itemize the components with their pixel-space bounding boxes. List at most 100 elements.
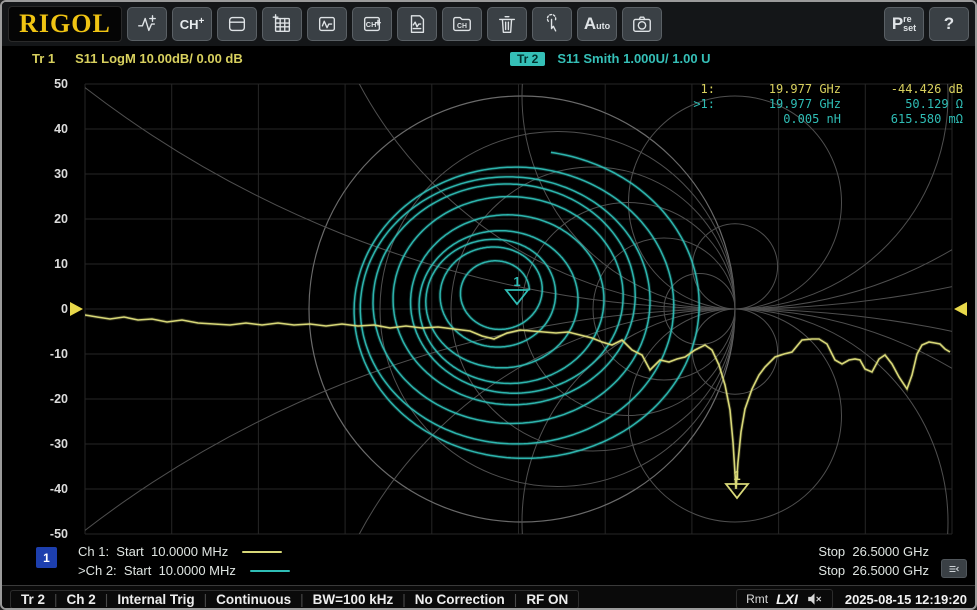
window-layout-icon — [226, 13, 248, 35]
status-separator: | — [105, 592, 109, 607]
svg-text:1: 1 — [513, 274, 520, 289]
vna-screen: 50403020100-10-20-30-40-5011 RIGOL CH+CH… — [0, 0, 977, 610]
trace1-detail: S11 LogM 10.00dB/ 0.00 dB — [75, 51, 243, 66]
marker-readout-row: >1:19.977 GHz50.129 Ω — [673, 97, 963, 112]
channel-row[interactable]: Ch 1: Start 10.0000 MHz — [78, 542, 290, 561]
status-item-ch-2[interactable]: Ch 2 — [67, 592, 96, 607]
add-trace-window-button[interactable] — [307, 7, 347, 41]
graticule-grid — [85, 84, 952, 534]
trace-file-icon — [406, 13, 428, 35]
svg-text:10: 10 — [54, 257, 68, 271]
channel-rows: Ch 1: Start 10.0000 MHz>Ch 2: Start 10.0… — [78, 542, 290, 580]
toolbar: RIGOL CH+ CH CH Auto P re set ? — [2, 2, 975, 46]
table-add-icon — [271, 13, 293, 35]
window-number-badge: 1 — [36, 547, 57, 568]
trace-info-bar: Tr 1 S11 LogM 10.00dB/ 0.00 dB Tr 2 S11 … — [2, 49, 975, 71]
svg-text:-10: -10 — [50, 347, 68, 361]
toolbar-buttons: CH+ CH CH Auto — [127, 7, 662, 41]
preset-label-bottom: set — [903, 24, 916, 33]
trace2-active-badge: Tr 2 — [510, 52, 545, 66]
preset-icon: P — [892, 14, 903, 34]
channel-stop-value: Stop 26.5000 GHz — [818, 542, 929, 561]
marker-frequency: 19.977 GHz — [715, 97, 841, 112]
channel-info-bar: 1 Ch 1: Start 10.0000 MHz>Ch 2: Start 10… — [2, 542, 975, 582]
trace1-info[interactable]: Tr 1 S11 LogM 10.00dB/ 0.00 dB — [32, 51, 243, 66]
help-button[interactable]: ? — [929, 7, 969, 41]
rigol-logo: RIGOL — [8, 6, 122, 42]
status-separator: | — [300, 592, 304, 607]
svg-text:30: 30 — [54, 167, 68, 181]
status-item-continuous[interactable]: Continuous — [216, 592, 291, 607]
trace2-info[interactable]: Tr 2 S11 Smith 1.000U/ 1.00 U — [510, 51, 711, 66]
status-separator: | — [402, 592, 406, 607]
status-item-rf-on[interactable]: RF ON — [526, 592, 568, 607]
status-item-internal-trig[interactable]: Internal Trig — [117, 592, 194, 607]
trace-color-swatch — [242, 551, 282, 553]
add-channel-button[interactable]: CH+ — [172, 7, 212, 41]
channel-folder-icon: CH — [451, 13, 473, 35]
camera-icon — [631, 13, 653, 35]
recall-channel-button[interactable]: CH — [442, 7, 482, 41]
svg-text:40: 40 — [54, 122, 68, 136]
status-right: Rmt LXI 2025-08-15 12:19:20 — [736, 589, 967, 609]
save-trace-button[interactable] — [397, 7, 437, 41]
svg-text:50: 50 — [54, 77, 68, 91]
add-table-button[interactable] — [262, 7, 302, 41]
marker-readout-row: 0.005 nH615.580 mΩ — [673, 112, 963, 127]
add-trace-button[interactable] — [127, 7, 167, 41]
lxi-indicator: LXI — [776, 591, 798, 607]
marker-label: >1: — [673, 97, 715, 112]
marker-value: 50.129 Ω — [841, 97, 963, 112]
channel-add-icon: CH+ — [180, 17, 205, 32]
mute-icon[interactable] — [806, 592, 823, 606]
svg-text:CH: CH — [457, 23, 467, 30]
window-layout-button[interactable] — [217, 7, 257, 41]
channel-label: Ch 1: — [78, 542, 109, 561]
datetime: 2025-08-15 12:19:20 — [845, 592, 967, 607]
channel-stop-value: Stop 26.5000 GHz — [818, 561, 929, 580]
y-axis-ticks: 50 40 30 20 10 0 -10 -20 -30 -40 -50 — [50, 77, 68, 541]
status-separator: | — [204, 592, 208, 607]
marker-label: 1: — [673, 82, 715, 97]
svg-text:20: 20 — [54, 212, 68, 226]
trace1-logm-line — [85, 315, 950, 489]
delete-button[interactable] — [487, 7, 527, 41]
svg-text:-50: -50 — [50, 527, 68, 541]
status-separator: | — [54, 592, 58, 607]
svg-text:CH: CH — [366, 20, 377, 29]
svg-text:0: 0 — [61, 302, 68, 316]
svg-text:-40: -40 — [50, 482, 68, 496]
preset-button[interactable]: P re set — [884, 7, 924, 41]
status-item-bw-100-khz[interactable]: BW=100 kHz — [313, 592, 394, 607]
screenshot-button[interactable] — [622, 7, 662, 41]
status-bar: Tr 2 | Ch 2 | Internal Trig | Continuous | BW=10… — [2, 585, 975, 610]
collapse-menu-button[interactable] — [941, 559, 967, 578]
svg-text:-30: -30 — [50, 437, 68, 451]
status-item-no-correction[interactable]: No Correction — [415, 592, 505, 607]
touch-icon — [541, 13, 563, 35]
svg-text:1: 1 — [733, 468, 740, 483]
marker-value: -44.426 dB — [841, 82, 963, 97]
marker-readout: 1:19.977 GHz-44.426 dB>1:19.977 GHz50.12… — [673, 82, 963, 127]
channel-label: >Ch 2: — [78, 561, 117, 580]
channel-start-value: Start 10.0000 MHz — [117, 561, 236, 580]
status-items: Tr 2 | Ch 2 | Internal Trig | Continuous | BW=10… — [10, 590, 579, 609]
trash-icon — [496, 13, 518, 35]
marker-value: 615.580 mΩ — [841, 112, 963, 127]
marker-label — [673, 112, 715, 127]
channel-row[interactable]: >Ch 2: Start 10.0000 MHz — [78, 561, 290, 580]
trace-window-icon — [316, 13, 338, 35]
svg-text:-20: -20 — [50, 392, 68, 406]
status-item-tr-2[interactable]: Tr 2 — [21, 592, 45, 607]
remote-status-box: Rmt LXI — [736, 589, 833, 609]
trace-add-icon — [136, 13, 158, 35]
marker-frequency: 0.005 nH — [715, 112, 841, 127]
auto-scale-button[interactable]: Auto — [577, 7, 617, 41]
add-channel-window-button[interactable]: CH — [352, 7, 392, 41]
trace-color-swatch — [250, 570, 290, 572]
channel-start-value: Start 10.0000 MHz — [109, 542, 228, 561]
touch-mode-button[interactable] — [532, 7, 572, 41]
collapse-menu-icon — [948, 562, 960, 576]
trace1-label: Tr 1 — [32, 51, 55, 66]
help-icon: ? — [944, 14, 954, 34]
